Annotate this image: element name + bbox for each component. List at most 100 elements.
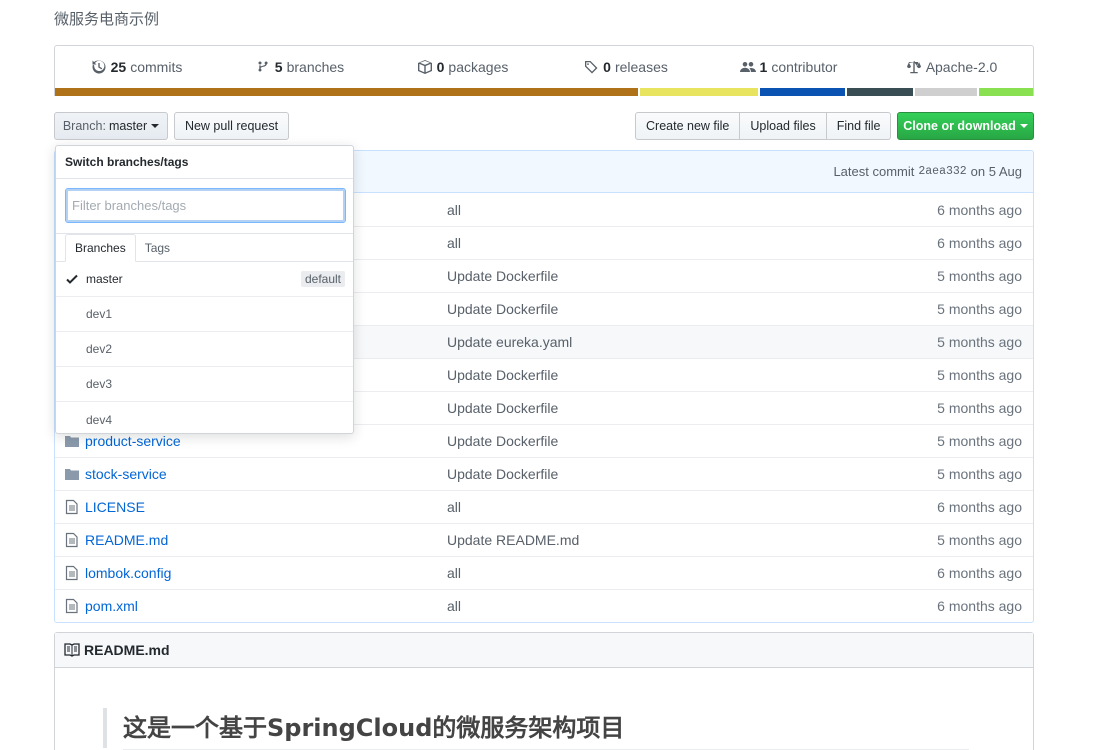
commit-message-link[interactable]: Update Dockerfile [447,466,833,482]
commit-date: on 5 Aug [970,164,1022,179]
summary-label: commits [130,59,183,75]
file-name-link[interactable]: stock-service [85,466,167,482]
law-icon [906,59,922,75]
language-segment[interactable] [639,88,758,96]
dropdown-tabs: Branches Tags [56,234,353,262]
branch-item-dev1[interactable]: dev1 [56,297,353,332]
commit-age: 5 months ago [937,466,1022,482]
branch-name: dev1 [86,307,113,321]
readme-panel: README.md 这是一个基于SpringCloud的微服务架构项目 [54,632,1034,750]
tag-icon [583,59,599,75]
git-branch-icon [255,59,271,75]
summary-label: branches [286,59,345,75]
commit-age: 5 months ago [937,532,1022,548]
readme-blockquote: 这是一个基于SpringCloud的微服务架构项目 [103,708,969,750]
create-new-file-button[interactable]: Create new file [635,112,741,140]
new-pull-request-button[interactable]: New pull request [174,112,289,140]
file-name-link[interactable]: LICENSE [85,499,145,515]
summary-label: releases [614,59,668,75]
commit-message-link[interactable]: all [447,565,833,581]
latest-commit-label: Latest commit [833,164,915,179]
branch-prefix: Branch: [62,119,106,133]
file-name-link[interactable]: pom.xml [85,598,138,614]
language-segment[interactable] [55,88,638,96]
file-icon [65,565,78,581]
branch-item-dev3[interactable]: dev3 [56,367,353,402]
clone-download-button[interactable]: Clone or download [897,112,1034,140]
summary-apache-2-0[interactable]: Apache-2.0 [870,59,1033,75]
summary-commits[interactable]: 25 commits [55,59,218,75]
summary-packages[interactable]: 0 packages [381,59,544,75]
commit-message-link[interactable]: all [447,235,833,251]
summary-count: 5 [274,59,283,75]
table-row[interactable]: lombok.config all 6 months ago [55,556,1033,589]
commit-sha-link[interactable]: 2aea332 [918,165,966,178]
file-actions-group: Create new file Upload files Find file [635,112,892,140]
history-icon [91,59,107,75]
commit-message-link[interactable]: all [447,499,833,515]
commit-age: 5 months ago [937,367,1022,383]
summary-label: contributor [771,59,838,75]
summary-contributor[interactable]: 1 contributor [707,59,870,75]
commit-message-link[interactable]: Update eureka.yaml [447,334,833,350]
default-badge: default [300,271,345,287]
summary-label: packages [448,59,509,75]
commit-message-link[interactable]: Update Dockerfile [447,367,833,383]
commit-message-link[interactable]: all [447,202,833,218]
summary-count: 0 [603,59,611,75]
table-row[interactable]: README.md Update README.md 5 months ago [55,523,1033,556]
clone-label: Clone or download [903,119,1016,133]
book-icon [64,643,80,657]
branch-name: dev2 [86,342,113,356]
language-bar[interactable] [55,88,1033,96]
commit-age: 6 months ago [937,201,1022,218]
commit-message-link[interactable]: Update README.md [447,532,833,548]
tab-branches[interactable]: Branches [65,234,136,262]
check-icon [66,274,78,284]
commit-message-link[interactable]: Update Dockerfile [447,400,833,416]
branch-item-master[interactable]: master default [56,262,353,297]
summary-branches[interactable]: 5 branches [218,59,381,75]
file-name-link[interactable]: README.md [85,532,168,548]
branch-item-dev4[interactable]: dev4 [56,402,353,437]
table-row[interactable]: LICENSE all 6 months ago [55,490,1033,523]
branch-name: master [86,272,123,286]
tab-tags[interactable]: Tags [136,234,179,261]
commit-message-link[interactable]: Update Dockerfile [447,433,833,449]
summary-label: Apache-2.0 [925,59,998,75]
file-name-link[interactable]: lombok.config [85,565,171,581]
summary-releases[interactable]: 0 releases [544,59,707,75]
readme-filename: README.md [84,642,170,658]
dropdown-title: Switch branches/tags [56,146,353,179]
language-segment[interactable] [978,88,1033,96]
branch-item-dev2[interactable]: dev2 [56,332,353,367]
commit-age: 6 months ago [937,598,1022,614]
branch-select-button[interactable]: Branch: master [54,112,168,140]
people-icon [739,59,756,75]
branch-name: dev3 [86,377,113,391]
commit-age: 5 months ago [937,400,1022,416]
caret-down-icon [151,124,160,128]
commit-age: 6 months ago [937,499,1022,515]
package-icon [417,59,433,75]
commit-message-link[interactable]: all [447,598,833,614]
file-icon [65,532,78,548]
caret-down-icon [1019,124,1028,128]
commit-age: 5 months ago [937,433,1022,449]
table-row[interactable]: pom.xml all 6 months ago [55,589,1033,622]
table-row[interactable]: stock-service Update Dockerfile 5 months a… [55,457,1033,490]
language-segment[interactable] [847,88,913,96]
commit-age: 6 months ago [937,565,1022,581]
file-icon [65,499,78,515]
upload-files-button[interactable]: Upload files [739,112,827,140]
file-icon [65,598,78,614]
find-file-button[interactable]: Find file [825,112,892,140]
repo-summary: 25 commits 5 branches 0 packages 0 releases 1 con… [54,45,1034,96]
branch-name: master [108,119,148,133]
readme-header: README.md [55,633,1033,668]
language-segment[interactable] [914,88,977,96]
language-segment[interactable] [759,88,846,96]
commit-message-link[interactable]: Update Dockerfile [447,301,833,317]
branch-filter-input[interactable] [65,188,346,223]
commit-message-link[interactable]: Update Dockerfile [447,268,833,284]
